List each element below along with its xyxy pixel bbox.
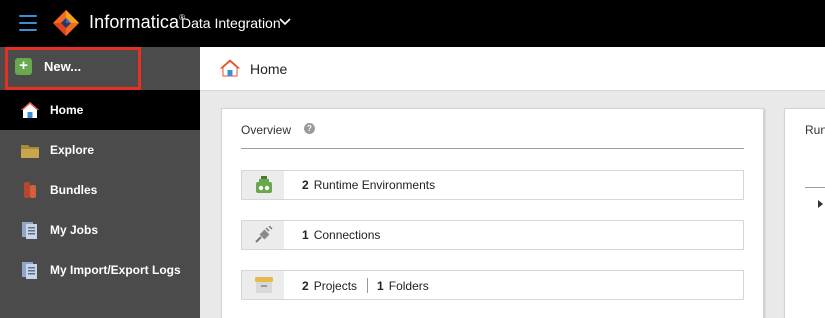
jobs-icon <box>22 222 37 239</box>
sidebar-item-explore[interactable]: Explore <box>0 130 200 170</box>
projects-count: 2 <box>302 279 309 293</box>
runs-panel: Run <box>784 108 825 318</box>
overview-panel: Overview ? 2 Runtime Environments 1 Conn… <box>221 108 764 318</box>
icon-cell <box>242 271 284 299</box>
runtime-environments-stat: 2 Runtime Environments <box>302 178 435 192</box>
top-bar: Informatica® Data Integration <box>0 0 825 47</box>
overview-title: Overview <box>241 123 292 137</box>
page-title: Home <box>250 61 288 77</box>
new-button-highlight: + New... <box>5 47 141 90</box>
brand-name: Informatica® <box>89 12 186 32</box>
logs-icon <box>22 262 37 279</box>
expand-caret-icon[interactable] <box>818 200 823 208</box>
page-header: Home <box>200 47 825 91</box>
folder-icon <box>21 145 39 158</box>
folders-count: 1 <box>377 279 384 293</box>
connections-stat: 1 Connections <box>302 228 380 242</box>
icon-cell <box>242 171 284 199</box>
sidebar-item-label: My Jobs <box>50 223 99 237</box>
archive-box-icon <box>255 277 273 293</box>
new-button-label: New... <box>44 59 82 74</box>
sidebar-item-label: Bundles <box>50 183 98 197</box>
divider <box>805 187 825 188</box>
runtime-environment-icon <box>256 176 272 193</box>
folders-label: Folders <box>388 279 429 293</box>
projects-label: Projects <box>313 279 358 293</box>
icon-cell <box>242 221 284 249</box>
sidebar: + New... Home Explore Bundles My Jobs My… <box>0 47 200 318</box>
plus-icon: + <box>15 58 32 75</box>
sidebar-item-bundles[interactable]: Bundles <box>0 170 200 210</box>
product-selector[interactable]: Data Integration <box>181 15 281 31</box>
plug-icon <box>255 226 273 243</box>
runs-panel-title: Run <box>805 123 825 137</box>
help-icon[interactable]: ? <box>304 123 315 134</box>
informatica-logo-icon <box>53 10 79 36</box>
new-button[interactable]: + New... <box>15 58 81 75</box>
connections-label: Connections <box>313 228 381 242</box>
home-icon <box>21 102 39 118</box>
home-icon <box>220 59 240 77</box>
chevron-down-icon[interactable] <box>279 17 291 27</box>
projects-folders-row[interactable]: 2 Projects 1 Folders <box>241 270 744 300</box>
connections-row[interactable]: 1 Connections <box>241 220 744 250</box>
hamburger-menu-icon[interactable] <box>19 15 37 31</box>
sidebar-item-label: Home <box>50 103 84 117</box>
sidebar-item-label: Explore <box>50 143 95 157</box>
divider <box>241 148 744 149</box>
sidebar-item-my-jobs[interactable]: My Jobs <box>0 210 200 250</box>
bundle-icon <box>24 182 36 198</box>
runtime-environments-row[interactable]: 2 Runtime Environments <box>241 170 744 200</box>
separator <box>367 278 369 293</box>
runtime-count: 2 <box>302 178 309 192</box>
runtime-label: Runtime Environments <box>313 178 436 192</box>
connections-count: 1 <box>302 228 309 242</box>
projects-folders-stat: 2 Projects 1 Folders <box>302 278 429 293</box>
sidebar-item-label: My Import/Export Logs <box>50 263 181 277</box>
sidebar-item-home[interactable]: Home <box>0 90 200 130</box>
sidebar-item-import-export-logs[interactable]: My Import/Export Logs <box>0 250 200 290</box>
